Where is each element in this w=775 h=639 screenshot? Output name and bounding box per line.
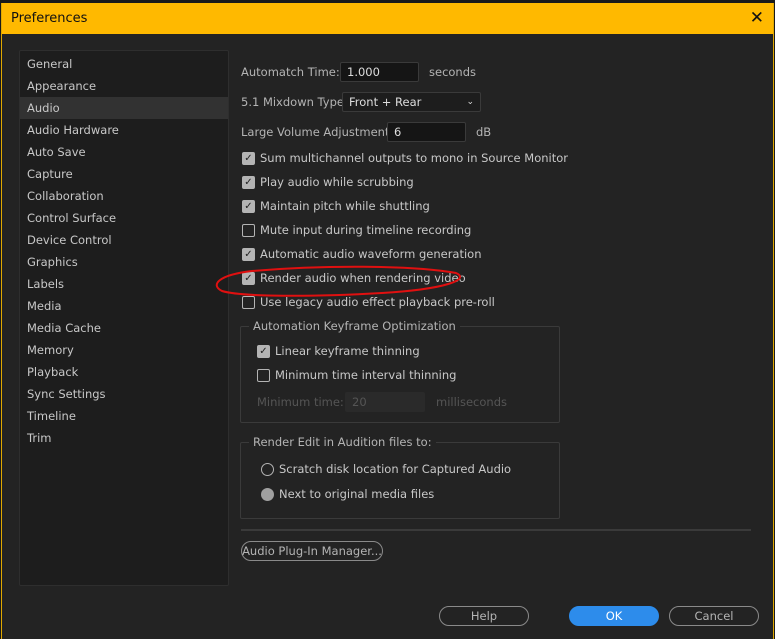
radio-label: Next to original media files <box>279 487 435 501</box>
sidebar-item-media[interactable]: Media <box>20 295 228 317</box>
sidebar-item-playback[interactable]: Playback <box>20 361 228 383</box>
sidebar-item-control-surface[interactable]: Control Surface <box>20 207 228 229</box>
sidebar-item-sync-settings[interactable]: Sync Settings <box>20 383 228 405</box>
radio-next-to-original[interactable]: Next to original media files <box>261 487 434 501</box>
chevron-down-icon: ⌄ <box>466 97 474 107</box>
cancel-button[interactable]: Cancel <box>669 606 759 626</box>
audio-plugin-manager-button[interactable]: Audio Plug-In Manager... <box>241 541 383 561</box>
checkbox-icon: ✓ <box>242 151 255 165</box>
automation-legend: Automation Keyframe Optimization <box>249 319 460 333</box>
sidebar-item-auto-save[interactable]: Auto Save <box>20 141 228 163</box>
radio-icon <box>261 462 274 476</box>
help-button[interactable]: Help <box>439 606 529 626</box>
checkbox-icon: ✓ <box>242 199 255 213</box>
checkbox-label: Maintain pitch while shuttling <box>260 199 430 213</box>
checkbox-automatic-audio-waveform[interactable]: ✓ Automatic audio waveform generation <box>242 247 482 261</box>
minimum-time-checkbox[interactable]: Minimum time interval thinning <box>257 368 456 382</box>
sidebar: General Appearance Audio Audio Hardware Auto… <box>19 50 229 586</box>
render-edit-group: Render Edit in Audition files to: Scratc… <box>240 435 560 519</box>
sidebar-item-graphics[interactable]: Graphics <box>20 251 228 273</box>
checkbox-label: Minimum time interval thinning <box>275 368 457 382</box>
min-time-unit: milliseconds <box>436 395 507 409</box>
checkbox-label: Mute input during timeline recording <box>260 223 472 237</box>
preferences-dialog: Preferences ✕ General Appearance Audio Audi… <box>1 3 774 639</box>
sidebar-item-appearance[interactable]: Appearance <box>20 75 228 97</box>
sidebar-item-collaboration[interactable]: Collaboration <box>20 185 228 207</box>
min-time-label: Minimum time: <box>257 395 344 409</box>
mixdown-value: Front + Rear <box>349 95 422 109</box>
mixdown-label: 5.1 Mixdown Type: <box>241 95 348 109</box>
checkbox-mute-input-during[interactable]: Mute input during timeline recording <box>242 223 471 237</box>
sidebar-item-memory[interactable]: Memory <box>20 339 228 361</box>
linear-keyframe-checkbox[interactable]: ✓ Linear keyframe thinning <box>257 344 420 358</box>
radio-icon <box>261 487 274 501</box>
render-edit-legend: Render Edit in Audition files to: <box>249 435 436 449</box>
checkbox-icon: ✓ <box>242 175 255 189</box>
checkbox-icon <box>242 223 255 237</box>
sidebar-item-audio-hardware[interactable]: Audio Hardware <box>20 119 228 141</box>
sidebar-item-labels[interactable]: Labels <box>20 273 228 295</box>
close-icon[interactable]: ✕ <box>750 8 764 28</box>
checkbox-label: Sum multichannel outputs to mono in Sour… <box>260 151 569 165</box>
mixdown-select[interactable]: Front + Rear ⌄ <box>342 92 481 112</box>
checkbox-label: Linear keyframe thinning <box>275 344 420 358</box>
ok-button[interactable]: OK <box>569 606 659 626</box>
radio-scratch-disk[interactable]: Scratch disk location for Captured Audio <box>261 462 511 476</box>
radio-label: Scratch disk location for Captured Audio <box>279 462 512 476</box>
divider <box>241 529 751 531</box>
sidebar-item-audio[interactable]: Audio <box>20 97 228 119</box>
checkbox-play-audio-while[interactable]: ✓ Play audio while scrubbing <box>242 175 414 189</box>
sidebar-item-trim[interactable]: Trim <box>20 427 228 449</box>
automation-group: Automation Keyframe Optimization ✓ Linear… <box>240 319 560 423</box>
dialog-title: Preferences <box>11 11 88 26</box>
sidebar-item-media-cache[interactable]: Media Cache <box>20 317 228 339</box>
volume-label: Large Volume Adjustment: <box>241 125 394 139</box>
automatch-label: Automatch Time: <box>241 65 340 79</box>
sidebar-item-timeline[interactable]: Timeline <box>20 405 228 427</box>
min-time-input[interactable]: 20 <box>345 392 425 412</box>
checkbox-maintain-pitch-while[interactable]: ✓ Maintain pitch while shuttling <box>242 199 430 213</box>
automatch-input[interactable]: 1.000 <box>340 62 419 82</box>
volume-input[interactable]: 6 <box>387 122 466 142</box>
sidebar-item-general[interactable]: General <box>20 53 228 75</box>
checkbox-icon: ✓ <box>242 247 255 261</box>
title-bar: Preferences ✕ <box>2 3 773 34</box>
automatch-unit: seconds <box>429 65 477 79</box>
checkbox-label: Play audio while scrubbing <box>260 175 414 189</box>
sidebar-item-device-control[interactable]: Device Control <box>20 229 228 251</box>
checkbox-icon: ✓ <box>257 344 270 358</box>
checkbox-label: Automatic audio waveform generation <box>260 247 482 261</box>
red-annotation-ellipse <box>215 265 462 297</box>
checkbox-icon <box>257 368 270 382</box>
sidebar-item-capture[interactable]: Capture <box>20 163 228 185</box>
volume-unit: dB <box>476 125 492 139</box>
checkbox-sum-multichannel-outputs[interactable]: ✓ Sum multichannel outputs to mono in Sou… <box>242 151 568 165</box>
